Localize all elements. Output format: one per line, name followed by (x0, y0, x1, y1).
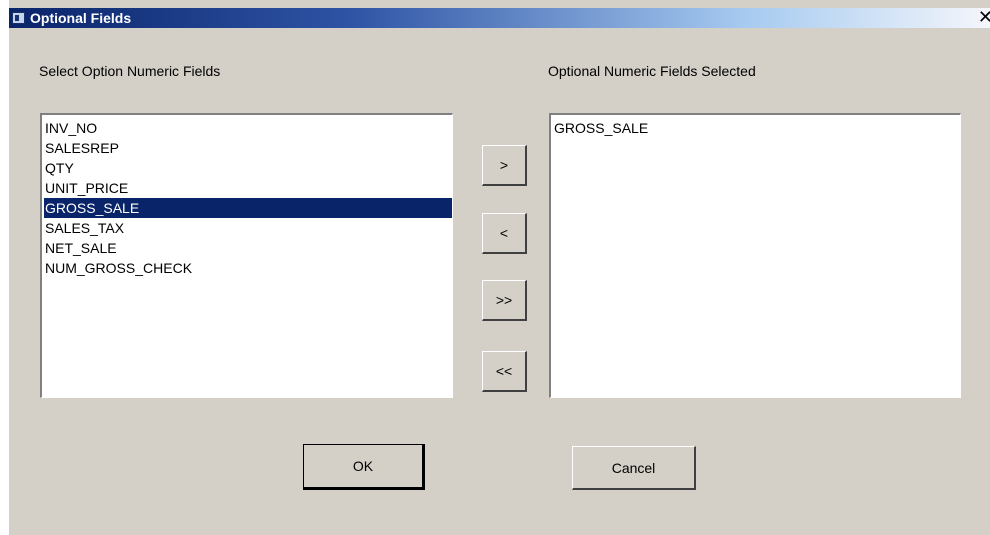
right-list-label: Optional Numeric Fields Selected (548, 63, 756, 79)
available-fields-listbox[interactable]: INV_NO SALESREP QTY UNIT_PRICE GROSS_SALE SAL… (40, 113, 453, 398)
list-item[interactable]: SALESREP (44, 138, 452, 158)
left-list-label: Select Option Numeric Fields (39, 63, 221, 79)
list-item[interactable]: INV_NO (44, 118, 452, 138)
ok-button[interactable]: OK (303, 444, 425, 490)
title-bar[interactable]: Optional Fields ✕ (9, 7, 990, 28)
close-icon[interactable]: ✕ (978, 7, 990, 27)
remove-all-fields-button[interactable]: << (482, 351, 527, 392)
cancel-button[interactable]: Cancel (572, 446, 696, 490)
remove-field-button[interactable]: < (482, 213, 527, 254)
list-item[interactable]: GROSS_SALE (553, 118, 960, 138)
window-title: Optional Fields (30, 10, 132, 26)
app-icon (12, 12, 25, 24)
optional-fields-dialog: Optional Fields ✕ Select Option Numeric … (9, 0, 990, 535)
list-item[interactable]: SALES_TAX (44, 218, 452, 238)
add-field-button[interactable]: > (482, 145, 527, 186)
list-item[interactable]: NUM_GROSS_CHECK (44, 258, 452, 278)
list-item[interactable]: QTY (44, 158, 452, 178)
list-item[interactable]: GROSS_SALE (44, 198, 452, 218)
list-item[interactable]: UNIT_PRICE (44, 178, 452, 198)
list-item[interactable]: NET_SALE (44, 238, 452, 258)
selected-fields-listbox[interactable]: GROSS_SALE (549, 113, 961, 398)
add-all-fields-button[interactable]: >> (482, 280, 527, 321)
